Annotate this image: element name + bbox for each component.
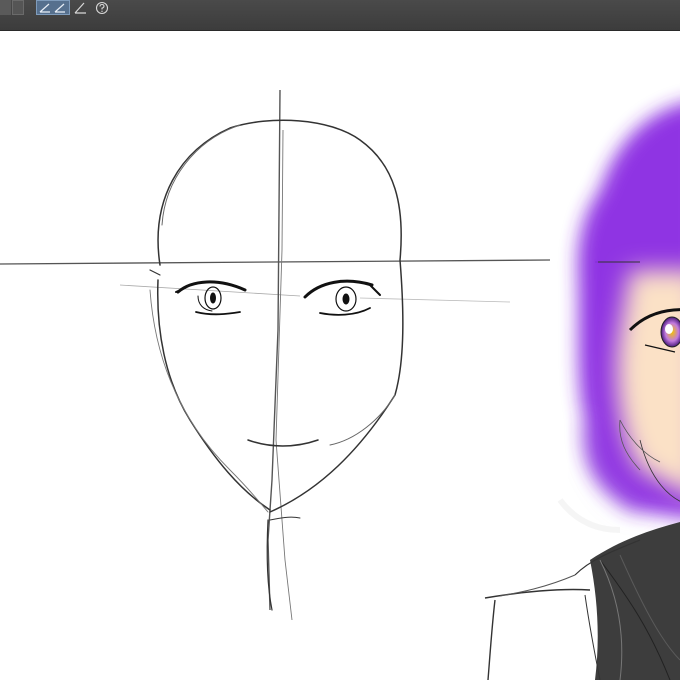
left-eye <box>175 280 247 316</box>
help-icon <box>95 1 109 14</box>
drawing-app <box>0 0 680 680</box>
help-button[interactable] <box>94 0 110 15</box>
shoulder-sketch <box>484 498 680 680</box>
line-angle-tool-button[interactable] <box>36 0 70 15</box>
guide-lines <box>0 89 640 621</box>
angle-lines-icon <box>39 3 65 13</box>
colored-character <box>577 104 680 518</box>
drawing-canvas[interactable] <box>0 31 680 680</box>
ruler-angle-icon <box>74 2 86 14</box>
square-tool-button[interactable] <box>0 0 11 15</box>
canvas-artwork <box>0 89 680 680</box>
toolbar <box>0 0 680 31</box>
ruler-tool-button[interactable] <box>72 0 87 15</box>
square-outline-tool-button[interactable] <box>12 0 24 15</box>
